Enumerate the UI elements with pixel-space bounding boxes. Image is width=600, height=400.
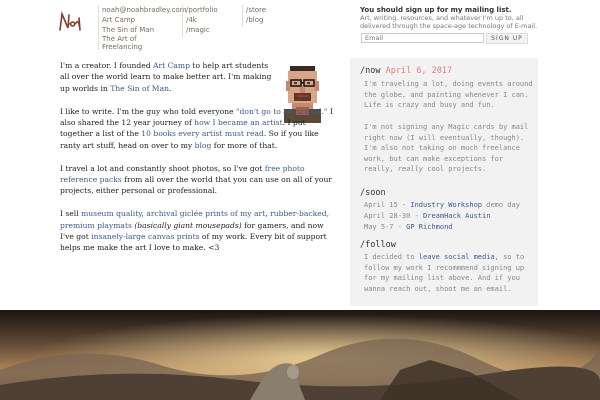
now-text-2: I'm not signing any Magic cards by mail … [364, 123, 529, 173]
ten-books-link[interactable]: 10 books every artist must read [141, 129, 264, 138]
sidebar: /now April 6, 2017 I'm traveling a lot, … [350, 58, 538, 306]
canvas-prints-link[interactable]: insanely-large canvas prints [91, 232, 199, 241]
soon-heading: /soon [360, 188, 386, 198]
intro-content: I'm a creator. I founded Art Camp to hel… [60, 60, 335, 265]
nav-store-link[interactable]: /store [246, 5, 266, 15]
dreamhack-austin-link[interactable]: DreamHack Austin [423, 212, 490, 220]
giclee-prints-link[interactable]: archival giclée prints of my art [146, 209, 265, 218]
event-item: April 15 - Industry Workshop demo day [364, 201, 520, 209]
nav-4k-link[interactable]: /4k [186, 15, 218, 25]
nav-divider [182, 5, 183, 37]
nav-portfolio-link[interactable]: /portfolio [186, 5, 218, 15]
signature-logo[interactable] [57, 10, 83, 36]
nav-blog-link[interactable]: /blog [246, 15, 266, 25]
nav-divider [242, 5, 243, 27]
follow-heading: /follow [360, 240, 396, 250]
nav-art-camp-link[interactable]: Art Camp [102, 15, 182, 25]
mailing-list-title: You should sign up for my mailing list. [360, 6, 512, 14]
museum-quality-link[interactable]: museum quality [81, 209, 141, 218]
gp-richmond-link[interactable]: GP Richmond [406, 223, 452, 231]
how-i-became-an-artist-link[interactable]: how I became an artist [194, 118, 282, 127]
nav-sin-of-man-link[interactable]: The Sin of Man [102, 25, 182, 35]
nav-column-1: noah@noahbradley.com Art Camp The Sin of… [102, 5, 187, 51]
event-item: May 5-7 - GP Richmond [364, 223, 453, 231]
sign-up-button[interactable]: SIGN UP [486, 33, 528, 44]
nav-magic-link[interactable]: /magic [186, 25, 218, 35]
nav-divider [98, 5, 99, 50]
email-field[interactable] [361, 33, 484, 43]
follow-text: I decided to leave social media, so to f… [364, 253, 525, 293]
blog-link[interactable]: blog [195, 141, 212, 150]
nav-column-2: /portfolio /4k /magic [186, 5, 218, 35]
mailing-list-description: Art, writing, resources, and whatever I'… [360, 14, 538, 30]
now-text-1: I'm traveling a lot, doing events around… [364, 80, 533, 109]
dont-go-to-art-school-link[interactable]: "don't go to art school." [236, 107, 327, 116]
art-camp-link[interactable]: Art Camp [153, 61, 190, 70]
industry-workshop-link[interactable]: Industry Workshop [410, 201, 482, 209]
nav-email-link[interactable]: noah@noahbradley.com [102, 5, 187, 15]
photos-paragraph: I travel a lot and constantly shoot phot… [60, 163, 332, 196]
nav-art-of-freelancing-link[interactable]: The Art of Freelancing [102, 35, 152, 51]
now-date: April 6, 2017 [385, 66, 453, 76]
nav-column-3: /store /blog [246, 5, 266, 25]
now-heading: /now April 6, 2017 [360, 66, 453, 76]
event-item: April 28-30 - DreamHack Austin [364, 212, 491, 220]
sin-of-man-link[interactable]: The Sin of Man [110, 84, 169, 93]
writing-paragraph: I like to write. I'm the guy who told ev… [60, 106, 333, 150]
hero-artwork [0, 310, 600, 400]
store-paragraph: I sell museum quality, archival giclée p… [60, 209, 330, 253]
intro-paragraph: I'm a creator. I founded Art Camp to hel… [60, 61, 272, 93]
leave-social-media-link[interactable]: leave social media [419, 253, 495, 261]
